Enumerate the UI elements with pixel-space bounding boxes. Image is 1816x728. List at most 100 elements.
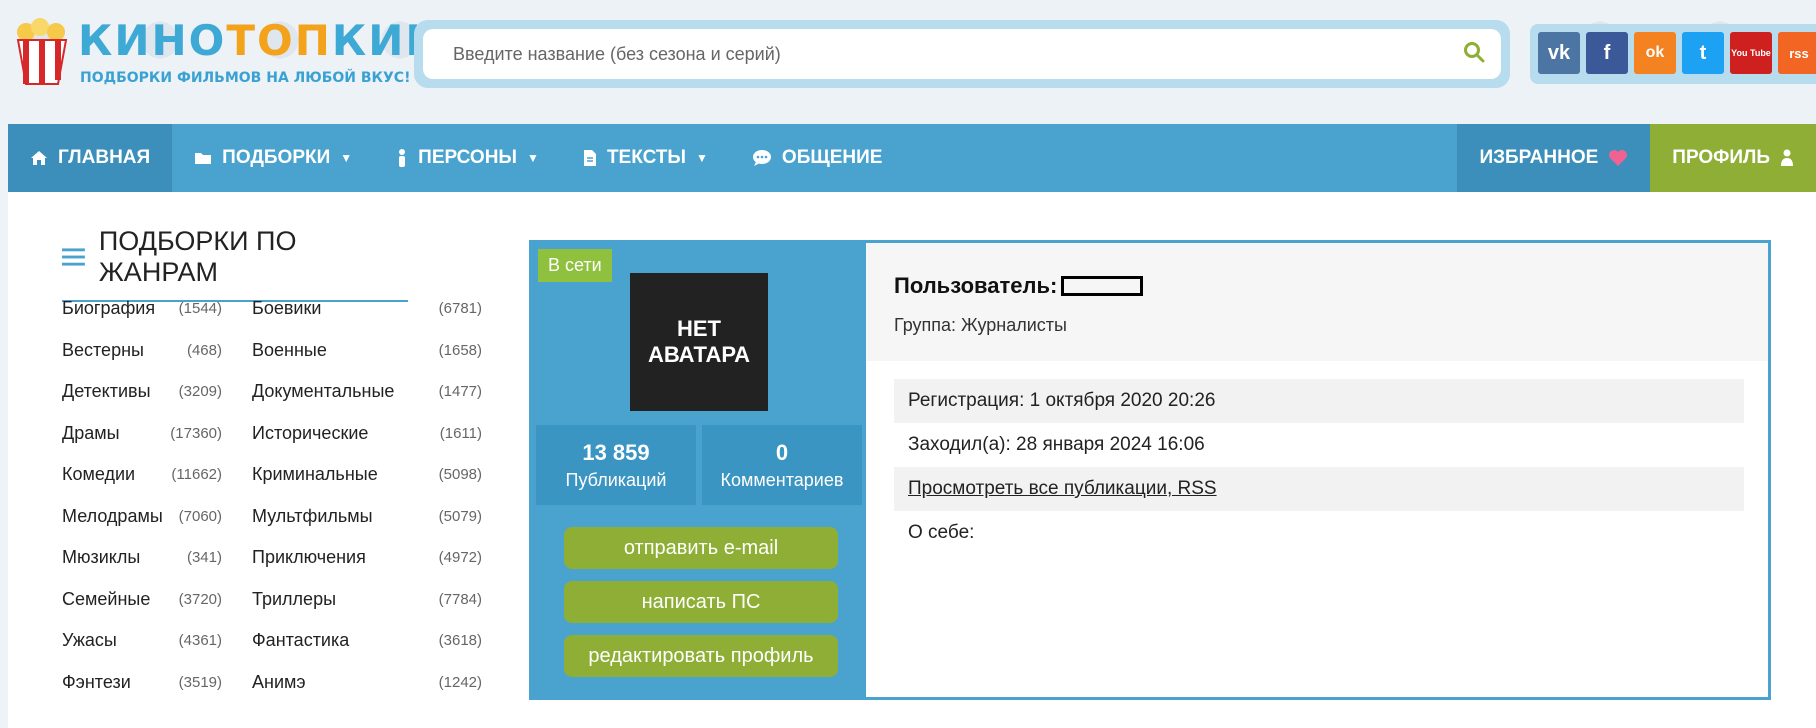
profile-header: Пользователь: Группа: Журналисты xyxy=(866,243,1768,361)
twitter-icon[interactable]: t xyxy=(1682,32,1724,74)
genre-count: (5079) xyxy=(438,507,482,525)
search-box xyxy=(414,20,1510,88)
genre-name: Исторические xyxy=(252,422,369,443)
rss-icon[interactable]: rss xyxy=(1778,32,1816,74)
genre-count: (1658) xyxy=(438,341,482,359)
genre-item[interactable]: Фантастика (3618) xyxy=(252,620,482,662)
genre-item[interactable]: Триллеры (7784) xyxy=(252,579,482,621)
redacted-username xyxy=(1061,276,1144,296)
nav-collections[interactable]: ПОДБОРКИ ▼ xyxy=(172,124,374,192)
genre-item[interactable]: Мелодрамы (7060) xyxy=(62,496,252,538)
youtube-icon[interactable]: You Tube xyxy=(1730,32,1772,74)
search-icon xyxy=(1464,42,1485,63)
genre-count: (468) xyxy=(186,341,222,359)
genre-name: Биография xyxy=(62,298,156,319)
profile-card: В сети НЕТ АВАТАРА 13 859 Публикаций 0 К… xyxy=(529,240,1771,700)
genre-count: (3209) xyxy=(178,383,222,401)
write-pm-button[interactable]: написать ПС xyxy=(564,581,838,623)
send-email-button[interactable]: отправить e-mail xyxy=(564,527,838,569)
heart-icon xyxy=(1609,150,1628,166)
genre-name: Военные xyxy=(252,339,327,360)
all-publications-link[interactable]: Просмотреть все публикации, RSS xyxy=(908,478,1217,500)
folder-icon xyxy=(195,153,212,164)
comments-stat[interactable]: 0 Комментариев xyxy=(702,425,862,505)
genre-count: (17360) xyxy=(170,424,222,442)
profile-details: Пользователь: Группа: Журналисты Регистр… xyxy=(866,243,1768,697)
genre-item[interactable]: Боевики (6781) xyxy=(252,288,482,330)
genre-count: (1544) xyxy=(178,300,222,318)
avatar-text-line2: АВАТАРА xyxy=(647,342,751,367)
social-links: vk f ok t You Tube rss xyxy=(1530,24,1816,84)
genre-item[interactable]: Биография (1544) xyxy=(62,288,252,330)
genre-count: (3519) xyxy=(178,673,222,691)
genre-item[interactable]: Документальные (1477) xyxy=(252,371,482,413)
nav-profile-label: ПРОФИЛЬ xyxy=(1672,147,1770,168)
genre-item[interactable]: Ужасы (4361) xyxy=(62,620,252,662)
nav-chat[interactable]: ОБЩЕНИЕ xyxy=(730,124,905,192)
publications-count: 13 859 xyxy=(582,439,650,465)
facebook-icon[interactable]: f xyxy=(1586,32,1628,74)
site-header: КИНОТОПКИН ПОДБОРКИ ФИЛЬМОВ НА ЛЮБОЙ ВКУ… xyxy=(0,0,1816,124)
genre-item[interactable]: Мюзиклы (341) xyxy=(62,537,252,579)
nav-persons-label: ПЕРСОНЫ xyxy=(418,147,518,168)
user-group: Группа: Журналисты xyxy=(894,315,1067,335)
genre-name: Семейные xyxy=(62,588,151,609)
genres-title-label: ПОДБОРКИ ПО ЖАНРАМ xyxy=(98,226,297,287)
genre-item[interactable]: Драмы (17360) xyxy=(62,413,252,455)
genre-name: Комедии xyxy=(62,464,136,485)
genre-item[interactable]: Комедии (11662) xyxy=(62,454,252,496)
genre-item[interactable]: Мультфильмы (5079) xyxy=(252,496,482,538)
edit-profile-button[interactable]: редактировать профиль xyxy=(564,635,838,677)
odnoklassniki-icon[interactable]: ok xyxy=(1634,32,1676,74)
genre-count: (341) xyxy=(186,549,222,567)
username-title: Пользователь: xyxy=(894,273,1144,299)
site-logo[interactable]: КИНОТОПКИН ПОДБОРКИ ФИЛЬМОВ НА ЛЮБОЙ ВКУ… xyxy=(8,10,441,90)
genre-name: Драмы xyxy=(62,422,120,443)
nav-profile[interactable]: ПРОФИЛЬ xyxy=(1650,124,1816,192)
genre-item[interactable]: Криминальные (5098) xyxy=(252,454,482,496)
avatar: НЕТ АВАТАРА xyxy=(630,273,768,411)
nav-persons[interactable]: ПЕРСОНЫ ▼ xyxy=(374,124,561,192)
genre-count: (1242) xyxy=(438,673,482,691)
nav-texts[interactable]: ТЕКСТЫ ▼ xyxy=(561,124,730,192)
nav-favorites-label: ИЗБРАННОЕ xyxy=(1479,147,1599,168)
comments-label: Комментариев xyxy=(720,469,844,490)
genre-count: (4361) xyxy=(178,632,222,650)
logo-title: КИНОТОПКИН xyxy=(78,16,443,65)
chat-icon xyxy=(752,150,771,166)
genre-name: Криминальные xyxy=(252,464,378,485)
genre-item[interactable]: Семейные (3720) xyxy=(62,579,252,621)
publications-stat[interactable]: 13 859 Публикаций xyxy=(536,425,696,505)
nav-home[interactable]: ГЛАВНАЯ xyxy=(8,124,173,192)
home-icon xyxy=(31,151,47,165)
genre-count: (3618) xyxy=(438,632,482,650)
user-label: Пользователь: xyxy=(894,273,1058,298)
genre-item[interactable]: Военные (1658) xyxy=(252,330,482,372)
genre-count: (5098) xyxy=(438,466,482,484)
genre-name: Мультфильмы xyxy=(252,505,373,526)
genre-name: Приключения xyxy=(252,547,366,568)
vk-icon[interactable]: vk xyxy=(1538,32,1580,74)
genre-name: Детективы xyxy=(62,381,151,402)
genre-item[interactable]: Анимэ (1242) xyxy=(252,662,482,704)
last-visit-row: Заходил(а): 28 января 2024 16:06 xyxy=(908,434,1205,455)
genre-count: (7060) xyxy=(178,507,222,525)
genre-count: (6781) xyxy=(438,300,482,318)
genre-name: Фэнтези xyxy=(62,671,131,692)
person-icon xyxy=(399,149,406,167)
genre-item[interactable]: Приключения (4972) xyxy=(252,537,482,579)
search-input[interactable] xyxy=(423,29,1501,79)
genre-item[interactable]: Детективы (3209) xyxy=(62,371,252,413)
search-button[interactable] xyxy=(1459,37,1489,67)
genre-count: (1477) xyxy=(438,383,482,401)
chevron-down-icon: ▼ xyxy=(527,151,539,165)
genre-count: (3720) xyxy=(178,590,222,608)
logo-subtitle: ПОДБОРКИ ФИЛЬМОВ НА ЛЮБОЙ ВКУС! xyxy=(80,70,411,86)
genre-item[interactable]: Вестерны (468) xyxy=(62,330,252,372)
nav-favorites[interactable]: ИЗБРАННОЕ xyxy=(1457,124,1651,192)
genre-item[interactable]: Фэнтези (3519) xyxy=(62,662,252,704)
genre-count: (1611) xyxy=(439,424,482,442)
nav-collections-label: ПОДБОРКИ xyxy=(222,147,331,168)
genre-item[interactable]: Исторические (1611) xyxy=(252,413,482,455)
genre-name: Боевики xyxy=(252,298,322,319)
